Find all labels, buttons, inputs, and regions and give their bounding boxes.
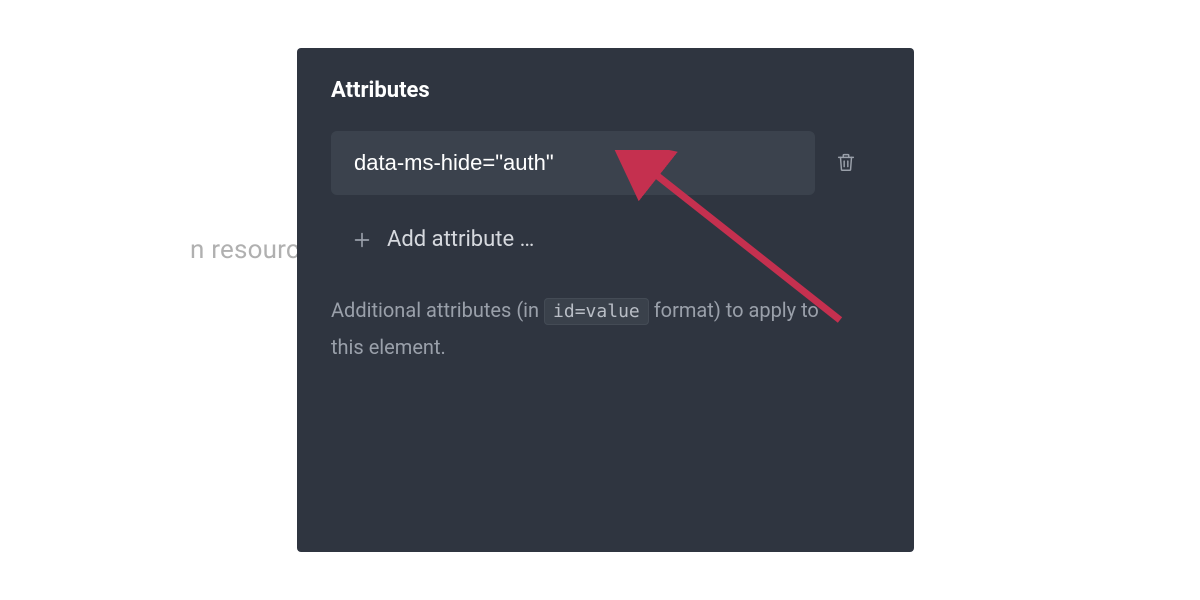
attributes-panel: Attributes <box>297 48 914 552</box>
panel-title: Attributes <box>331 78 880 103</box>
add-attribute-button[interactable]: Add attribute … <box>331 217 540 262</box>
attribute-row <box>331 131 880 195</box>
plus-icon <box>351 229 373 251</box>
trash-icon <box>835 150 857 177</box>
attribute-input[interactable] <box>331 131 815 195</box>
delete-attribute-button[interactable] <box>829 144 863 183</box>
helper-code: id=value <box>544 298 649 325</box>
stage: n resources, that will Attributes <box>0 0 1200 600</box>
helper-prefix: Additional attributes (in <box>331 298 544 322</box>
helper-text: Additional attributes (in id=value forma… <box>331 292 851 366</box>
add-attribute-label: Add attribute … <box>387 227 534 252</box>
